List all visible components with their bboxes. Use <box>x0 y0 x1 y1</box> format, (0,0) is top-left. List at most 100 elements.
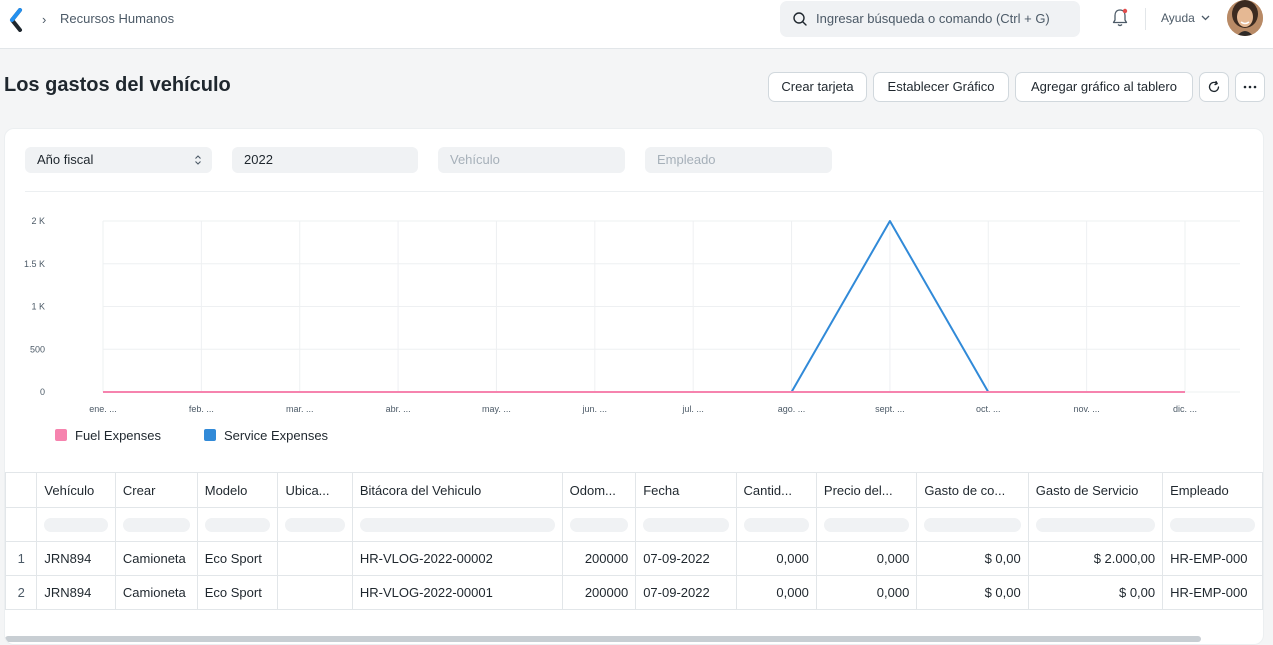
table-row[interactable]: 2 JRN894 Camioneta Eco Sport HR-VLOG-2022-00… <box>5 575 1263 610</box>
y-tick-label: 500 <box>30 344 45 354</box>
column-filter-input[interactable] <box>635 507 737 542</box>
notifications-bell-icon[interactable] <box>1111 8 1129 28</box>
table-cell[interactable] <box>277 575 353 610</box>
table-cell[interactable]: Camioneta <box>114 541 198 576</box>
column-header[interactable]: Precio del... <box>815 472 918 508</box>
column-filter-input[interactable] <box>351 507 563 542</box>
table-filter-row <box>5 507 1263 542</box>
y-tick-label: 2 K <box>31 216 45 226</box>
help-menu[interactable]: Ayuda <box>1161 11 1195 25</box>
column-filter-input[interactable] <box>196 507 279 542</box>
more-horizontal-icon <box>1243 85 1257 89</box>
filter-placeholder <box>359 517 555 532</box>
column-header[interactable]: Fecha <box>635 472 737 508</box>
table-cell[interactable]: $ 2.000,00 <box>1027 541 1164 576</box>
filter-placeholder <box>204 517 271 532</box>
table-cell[interactable]: 0,000 <box>735 541 817 576</box>
employee-filter-input[interactable]: Empleado <box>645 147 832 173</box>
search-icon <box>793 12 807 26</box>
table-row[interactable]: 1 JRN894 Camioneta Eco Sport HR-VLOG-2022-00… <box>5 541 1263 576</box>
column-header[interactable]: Modelo <box>196 472 279 508</box>
horizontal-scrollbar[interactable] <box>5 636 1201 642</box>
more-options-button[interactable] <box>1235 72 1265 102</box>
legend-swatch <box>55 429 67 441</box>
table-cell[interactable]: HR-VLOG-2022-00002 <box>351 541 563 576</box>
column-header[interactable]: Ubica... <box>277 472 353 508</box>
create-card-button[interactable]: Crear tarjeta <box>768 72 867 102</box>
table-cell[interactable]: 07-09-2022 <box>635 541 737 576</box>
vehicle-filter-input[interactable]: Vehículo <box>438 147 625 173</box>
column-filter-input[interactable] <box>815 507 918 542</box>
year-filter-input[interactable]: 2022 <box>232 147 418 173</box>
chevron-down-icon[interactable] <box>1201 15 1210 21</box>
x-tick-label: jun. ... <box>582 404 608 414</box>
column-header[interactable]: Odom... <box>561 472 637 508</box>
page-title: Los gastos del vehículo <box>4 74 231 96</box>
column-filter-input[interactable] <box>277 507 353 542</box>
user-avatar[interactable] <box>1227 0 1263 36</box>
column-header[interactable]: Gasto de co... <box>916 472 1029 508</box>
table-cell[interactable]: $ 0,00 <box>916 575 1029 610</box>
x-tick-label: may. ... <box>482 404 511 414</box>
app-logo-icon[interactable] <box>9 8 25 32</box>
filters-divider <box>25 191 1263 192</box>
column-filter-input[interactable] <box>1027 507 1164 542</box>
legend-swatch <box>204 429 216 441</box>
column-header[interactable]: Empleado <box>1162 472 1263 508</box>
table-cell[interactable]: 07-09-2022 <box>635 575 737 610</box>
select-arrows-icon <box>195 155 201 165</box>
column-header[interactable]: Gasto de Servicio <box>1027 472 1164 508</box>
filter-placeholder <box>122 517 190 532</box>
table-cell[interactable]: Camioneta <box>114 575 198 610</box>
column-header[interactable]: Vehículo <box>36 472 116 508</box>
column-header[interactable]: Crear <box>114 472 198 508</box>
row-index-header <box>5 472 38 508</box>
row-index: 1 <box>5 541 38 576</box>
column-filter-input[interactable] <box>1162 507 1263 542</box>
column-header[interactable]: Cantid... <box>735 472 817 508</box>
report-card: Año fiscal 2022 Vehículo Empleado 0 500 1 … <box>4 128 1264 645</box>
fiscal-year-select[interactable]: Año fiscal <box>25 147 212 173</box>
x-tick-label: oct. ... <box>976 404 1001 414</box>
filter-placeholder <box>643 517 729 532</box>
table-cell[interactable]: 0,000 <box>815 575 918 610</box>
table-cell[interactable]: JRN894 <box>36 575 116 610</box>
set-chart-button[interactable]: Establecer Gráfico <box>873 72 1009 102</box>
x-tick-label: ene. ... <box>89 404 117 414</box>
column-filter-input[interactable] <box>114 507 198 542</box>
column-filter-input[interactable] <box>735 507 817 542</box>
column-filter-input[interactable] <box>36 507 116 542</box>
y-tick-label: 0 <box>40 387 45 397</box>
table-cell[interactable]: HR-EMP-000 <box>1162 541 1263 576</box>
table-cell[interactable]: HR-VLOG-2022-00001 <box>351 575 563 610</box>
table-cell[interactable]: Eco Sport <box>196 575 279 610</box>
add-chart-to-dashboard-button[interactable]: Agregar gráfico al tablero <box>1015 72 1193 102</box>
table-cell[interactable]: 200000 <box>561 575 637 610</box>
table-cell[interactable]: HR-EMP-000 <box>1162 575 1263 610</box>
search-bar[interactable]: Ingresar búsqueda o comando (Ctrl + G) <box>780 1 1080 37</box>
column-filter-input[interactable] <box>916 507 1029 542</box>
filter-placeholder <box>285 517 345 532</box>
x-tick-label: dic. ... <box>1173 404 1197 414</box>
line-chart: 0 500 1 K 1.5 K 2 K ene. ... feb. ... mar. ... a… <box>24 216 1240 414</box>
table-cell[interactable]: JRN894 <box>36 541 116 576</box>
legend-item-fuel-expenses[interactable]: Fuel Expenses <box>55 428 161 444</box>
table-cell[interactable]: 200000 <box>561 541 637 576</box>
column-header[interactable]: Bitácora del Vehiculo <box>351 472 563 508</box>
x-tick-label: sept. ... <box>875 404 905 414</box>
legend-item-service-expenses[interactable]: Service Expenses <box>204 428 328 444</box>
x-tick-label: mar. ... <box>286 404 314 414</box>
table-cell[interactable]: $ 0,00 <box>916 541 1029 576</box>
table-cell[interactable]: 0,000 <box>735 575 817 610</box>
filter-placeholder <box>1170 517 1255 532</box>
table-cell[interactable]: 0,000 <box>815 541 918 576</box>
breadcrumb-link[interactable]: Recursos Humanos <box>60 11 174 26</box>
table-cell[interactable]: Eco Sport <box>196 541 279 576</box>
table-cell[interactable] <box>277 541 353 576</box>
column-filter-input[interactable] <box>561 507 637 542</box>
filter-placeholder <box>569 517 629 532</box>
refresh-icon <box>1208 80 1220 93</box>
refresh-button[interactable] <box>1199 72 1229 102</box>
table-cell[interactable]: $ 0,00 <box>1027 575 1164 610</box>
x-tick-label: abr. ... <box>386 404 411 414</box>
